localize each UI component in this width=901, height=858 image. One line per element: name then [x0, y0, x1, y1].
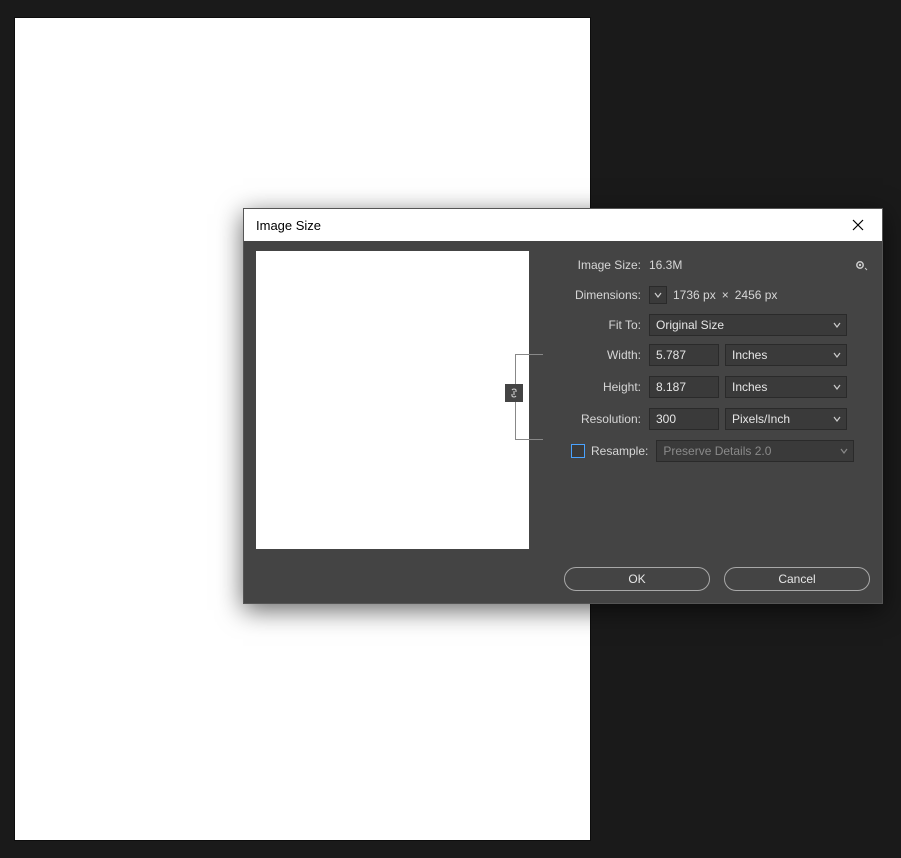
- height-input-field[interactable]: [656, 380, 712, 394]
- cancel-label: Cancel: [778, 572, 815, 586]
- resample-label: Resample:: [591, 444, 648, 458]
- close-button[interactable]: [844, 211, 872, 239]
- chevron-down-icon: [840, 444, 848, 458]
- resample-method-value: Preserve Details 2.0: [663, 444, 771, 458]
- gear-icon: [854, 258, 868, 272]
- height-unit-dropdown[interactable]: Inches: [725, 376, 847, 398]
- dimensions-height: 2456 px: [735, 288, 778, 302]
- fields-panel: Image Size: 16.3M Dimensions: 1736 px × …: [551, 251, 870, 549]
- resolution-input[interactable]: [649, 408, 719, 430]
- fit-to-label: Fit To:: [551, 318, 649, 332]
- height-label: Height:: [551, 380, 649, 394]
- close-icon: [852, 219, 864, 231]
- image-size-label: Image Size:: [551, 258, 649, 272]
- width-input-field[interactable]: [656, 348, 712, 362]
- image-size-value: 16.3M: [649, 258, 682, 272]
- times-icon: ×: [722, 288, 729, 302]
- dimensions-label: Dimensions:: [551, 288, 649, 302]
- ok-label: OK: [628, 572, 645, 586]
- resolution-input-field[interactable]: [656, 412, 712, 426]
- chevron-down-icon: [833, 412, 841, 426]
- constrain-proportions-toggle[interactable]: [505, 384, 523, 402]
- bracket-icon: [515, 426, 543, 440]
- image-size-dialog: Image Size Image Size: 16.3M Dimensions:: [243, 208, 883, 604]
- width-input[interactable]: [649, 344, 719, 366]
- width-label: Width:: [551, 348, 649, 362]
- resolution-label: Resolution:: [551, 412, 649, 426]
- dialog-body: Image Size: 16.3M Dimensions: 1736 px × …: [244, 241, 882, 603]
- height-unit-value: Inches: [732, 380, 767, 394]
- ok-button[interactable]: OK: [564, 567, 710, 591]
- fit-to-value: Original Size: [656, 318, 724, 332]
- resample-method-dropdown[interactable]: Preserve Details 2.0: [656, 440, 854, 462]
- resample-checkbox[interactable]: [571, 444, 585, 458]
- resolution-unit-dropdown[interactable]: Pixels/Inch: [725, 408, 847, 430]
- dimensions-unit-toggle[interactable]: [649, 286, 667, 304]
- dialog-title: Image Size: [256, 218, 321, 233]
- dialog-titlebar: Image Size: [244, 209, 882, 241]
- chevron-down-icon: [833, 318, 841, 332]
- dimensions-width: 1736 px: [673, 288, 716, 302]
- width-unit-dropdown[interactable]: Inches: [725, 344, 847, 366]
- dialog-buttons: OK Cancel: [256, 567, 870, 591]
- chevron-down-icon: [833, 380, 841, 394]
- height-input[interactable]: [649, 376, 719, 398]
- fit-to-dropdown[interactable]: Original Size: [649, 314, 847, 336]
- settings-button[interactable]: [852, 256, 870, 274]
- link-icon: [508, 386, 520, 400]
- chevron-down-icon: [654, 291, 662, 299]
- cancel-button[interactable]: Cancel: [724, 567, 870, 591]
- chevron-down-icon: [833, 348, 841, 362]
- bracket-icon: [515, 354, 543, 368]
- width-unit-value: Inches: [732, 348, 767, 362]
- preview-thumbnail: [256, 251, 529, 549]
- dimension-link-group: Width: Inches Height: Inches: [551, 343, 870, 431]
- resolution-unit-value: Pixels/Inch: [732, 412, 790, 426]
